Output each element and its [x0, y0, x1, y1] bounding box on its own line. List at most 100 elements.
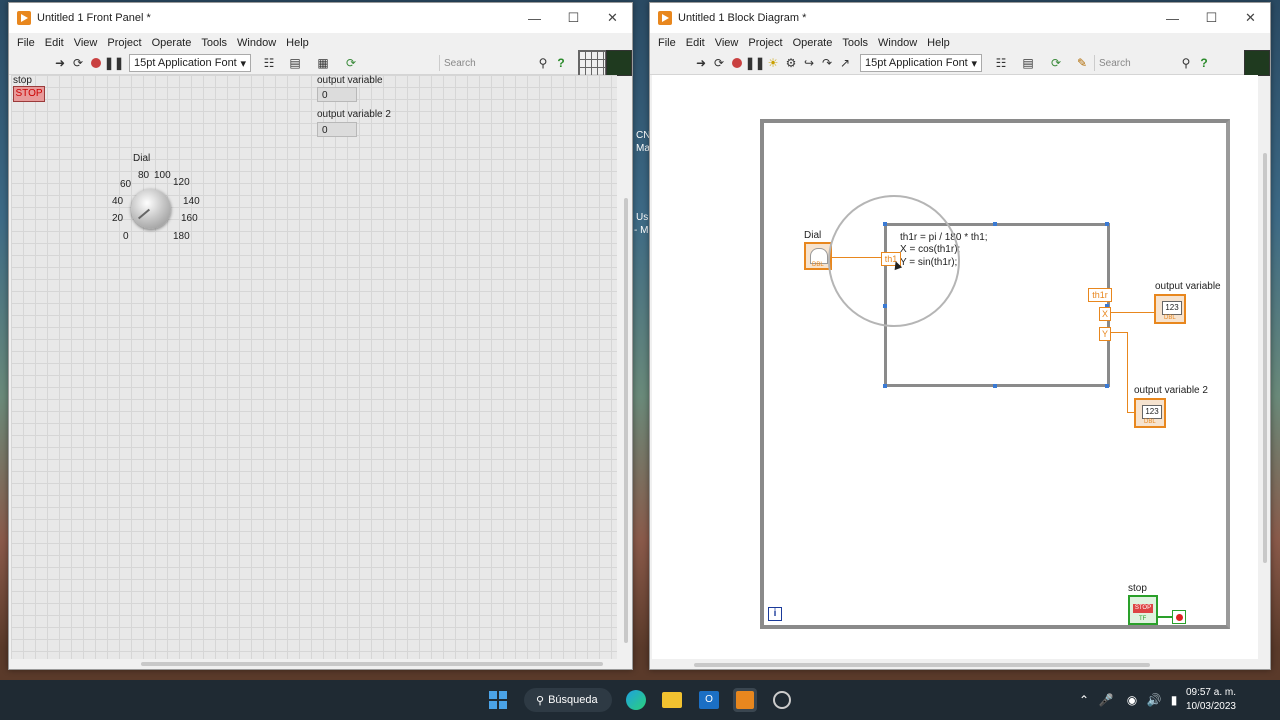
- abort-icon[interactable]: [87, 54, 105, 72]
- front-panel-titlebar[interactable]: Untitled 1 Front Panel * — ☐ ✕: [9, 3, 632, 33]
- wire[interactable]: [1127, 332, 1128, 412]
- block-diagram-titlebar[interactable]: Untitled 1 Block Diagram * — ☐ ✕: [650, 3, 1270, 33]
- chrome-icon[interactable]: [770, 688, 794, 712]
- block-diagram-canvas[interactable]: i th1r = pi / 180 * th1; X = cos(th1r); …: [652, 75, 1258, 659]
- menu-operate[interactable]: Operate: [152, 37, 192, 49]
- formula-node-resize-handle[interactable]: [993, 222, 997, 226]
- loop-condition-terminal[interactable]: [1172, 610, 1186, 624]
- run-continuously-icon[interactable]: ⟳: [69, 54, 87, 72]
- menu-help[interactable]: Help: [286, 37, 309, 49]
- desktop-text: Us: [636, 212, 649, 223]
- resize-icon[interactable]: ▦: [309, 54, 337, 72]
- file-explorer-icon[interactable]: [660, 688, 684, 712]
- menu-operate[interactable]: Operate: [793, 37, 833, 49]
- search-input[interactable]: Search: [439, 55, 534, 71]
- align-icon[interactable]: ☷: [988, 54, 1014, 72]
- minimize-button[interactable]: —: [1153, 3, 1192, 33]
- font-selector[interactable]: 15pt Application Font ▾: [860, 54, 982, 72]
- menu-project[interactable]: Project: [107, 37, 141, 49]
- battery-icon[interactable]: ▮: [1162, 688, 1186, 712]
- search-input[interactable]: Search: [1094, 55, 1177, 71]
- wifi-icon[interactable]: ◉: [1120, 688, 1144, 712]
- wire[interactable]: [1110, 332, 1128, 333]
- menu-file[interactable]: File: [17, 37, 35, 49]
- reorder-icon[interactable]: ⟳: [337, 54, 365, 72]
- formula-node-resize-handle[interactable]: [993, 384, 997, 388]
- output-variable-2-terminal[interactable]: 123 DBL: [1134, 398, 1166, 428]
- search-icon[interactable]: ⚲: [534, 54, 552, 72]
- close-button[interactable]: ✕: [1231, 3, 1270, 33]
- dial-tick: 140: [183, 196, 200, 207]
- help-icon[interactable]: ?: [1195, 54, 1213, 72]
- taskbar-search[interactable]: ⚲ Búsqueda: [524, 688, 612, 712]
- search-icon[interactable]: ⚲: [1177, 54, 1195, 72]
- vi-icon[interactable]: [1244, 50, 1270, 76]
- stop-button[interactable]: STOP: [13, 86, 45, 102]
- horizontal-scrollbar[interactable]: [694, 663, 1150, 667]
- distribute-icon[interactable]: ▤: [1014, 54, 1042, 72]
- pause-icon[interactable]: ❚❚: [745, 54, 765, 72]
- abort-icon[interactable]: [728, 54, 746, 72]
- formula-node-resize-handle[interactable]: [1105, 222, 1109, 226]
- retain-wire-values-icon[interactable]: ⚙: [782, 54, 800, 72]
- system-clock[interactable]: 09:57 a. m. 10/03/2023: [1186, 686, 1236, 714]
- vi-icon[interactable]: [606, 50, 632, 76]
- step-over-icon[interactable]: ↷: [818, 54, 836, 72]
- distribute-icon[interactable]: ▤: [281, 54, 309, 72]
- vertical-scrollbar[interactable]: [624, 198, 628, 643]
- output-variable-terminal[interactable]: 123 DBL: [1154, 294, 1186, 324]
- formula-output-y[interactable]: Y: [1099, 327, 1111, 341]
- menu-window[interactable]: Window: [237, 37, 276, 49]
- menu-edit[interactable]: Edit: [686, 37, 705, 49]
- highlight-execution-icon[interactable]: ☀: [764, 54, 782, 72]
- menu-view[interactable]: View: [74, 37, 98, 49]
- menu-edit[interactable]: Edit: [45, 37, 64, 49]
- microphone-icon[interactable]: 🎤: [1094, 688, 1118, 712]
- run-arrow-icon[interactable]: ➜: [692, 54, 710, 72]
- step-into-icon[interactable]: ↪: [800, 54, 818, 72]
- menu-window[interactable]: Window: [878, 37, 917, 49]
- close-button[interactable]: ✕: [593, 3, 632, 33]
- align-icon[interactable]: ☷: [257, 54, 281, 72]
- tf-glyph: TF: [1139, 616, 1147, 622]
- menu-view[interactable]: View: [715, 37, 739, 49]
- wire[interactable]: [1127, 412, 1134, 413]
- help-icon[interactable]: ?: [552, 54, 570, 72]
- formula-output-x[interactable]: X: [1099, 307, 1111, 321]
- formula-node-resize-handle[interactable]: [1105, 384, 1109, 388]
- dbl-glyph: DBL: [1164, 315, 1176, 321]
- menu-bar: File Edit View Project Operate Tools Win…: [9, 33, 632, 52]
- chevron-up-icon[interactable]: ⌃: [1072, 688, 1096, 712]
- connector-pane-icon[interactable]: [578, 50, 606, 76]
- menu-tools[interactable]: Tools: [842, 37, 868, 49]
- cleanup-icon[interactable]: ✎: [1070, 54, 1094, 72]
- front-panel-canvas[interactable]: stop STOP output variable 0 output varia…: [11, 75, 617, 659]
- horizontal-scrollbar[interactable]: [141, 662, 603, 666]
- loop-iteration-terminal[interactable]: i: [768, 607, 782, 621]
- run-arrow-icon[interactable]: ➜: [51, 54, 69, 72]
- maximize-button[interactable]: ☐: [1192, 3, 1231, 33]
- font-selector[interactable]: 15pt Application Font ▾: [129, 54, 251, 72]
- wire[interactable]: [1158, 616, 1172, 618]
- edge-browser-icon[interactable]: [624, 688, 648, 712]
- stop-terminal[interactable]: STOP TF: [1128, 595, 1158, 625]
- menu-help[interactable]: Help: [927, 37, 950, 49]
- maximize-button[interactable]: ☐: [554, 3, 593, 33]
- formula-node-resize-handle[interactable]: [883, 384, 887, 388]
- menu-tools[interactable]: Tools: [201, 37, 227, 49]
- windows-start-icon[interactable]: [486, 688, 510, 712]
- numeric-glyph: 123: [1162, 301, 1182, 315]
- formula-output-th1r[interactable]: th1r: [1088, 288, 1112, 302]
- dial-knob[interactable]: [131, 189, 171, 229]
- menu-project[interactable]: Project: [748, 37, 782, 49]
- step-out-icon[interactable]: ↗: [836, 54, 854, 72]
- labview-taskbar-icon[interactable]: [733, 688, 757, 712]
- vertical-scrollbar[interactable]: [1263, 153, 1267, 563]
- wire[interactable]: [1110, 312, 1154, 313]
- pause-icon[interactable]: ❚❚: [104, 54, 124, 72]
- run-continuously-icon[interactable]: ⟳: [710, 54, 728, 72]
- minimize-button[interactable]: —: [515, 3, 554, 33]
- reorder-icon[interactable]: ⟳: [1042, 54, 1070, 72]
- menu-file[interactable]: File: [658, 37, 676, 49]
- outlook-icon[interactable]: O: [697, 688, 721, 712]
